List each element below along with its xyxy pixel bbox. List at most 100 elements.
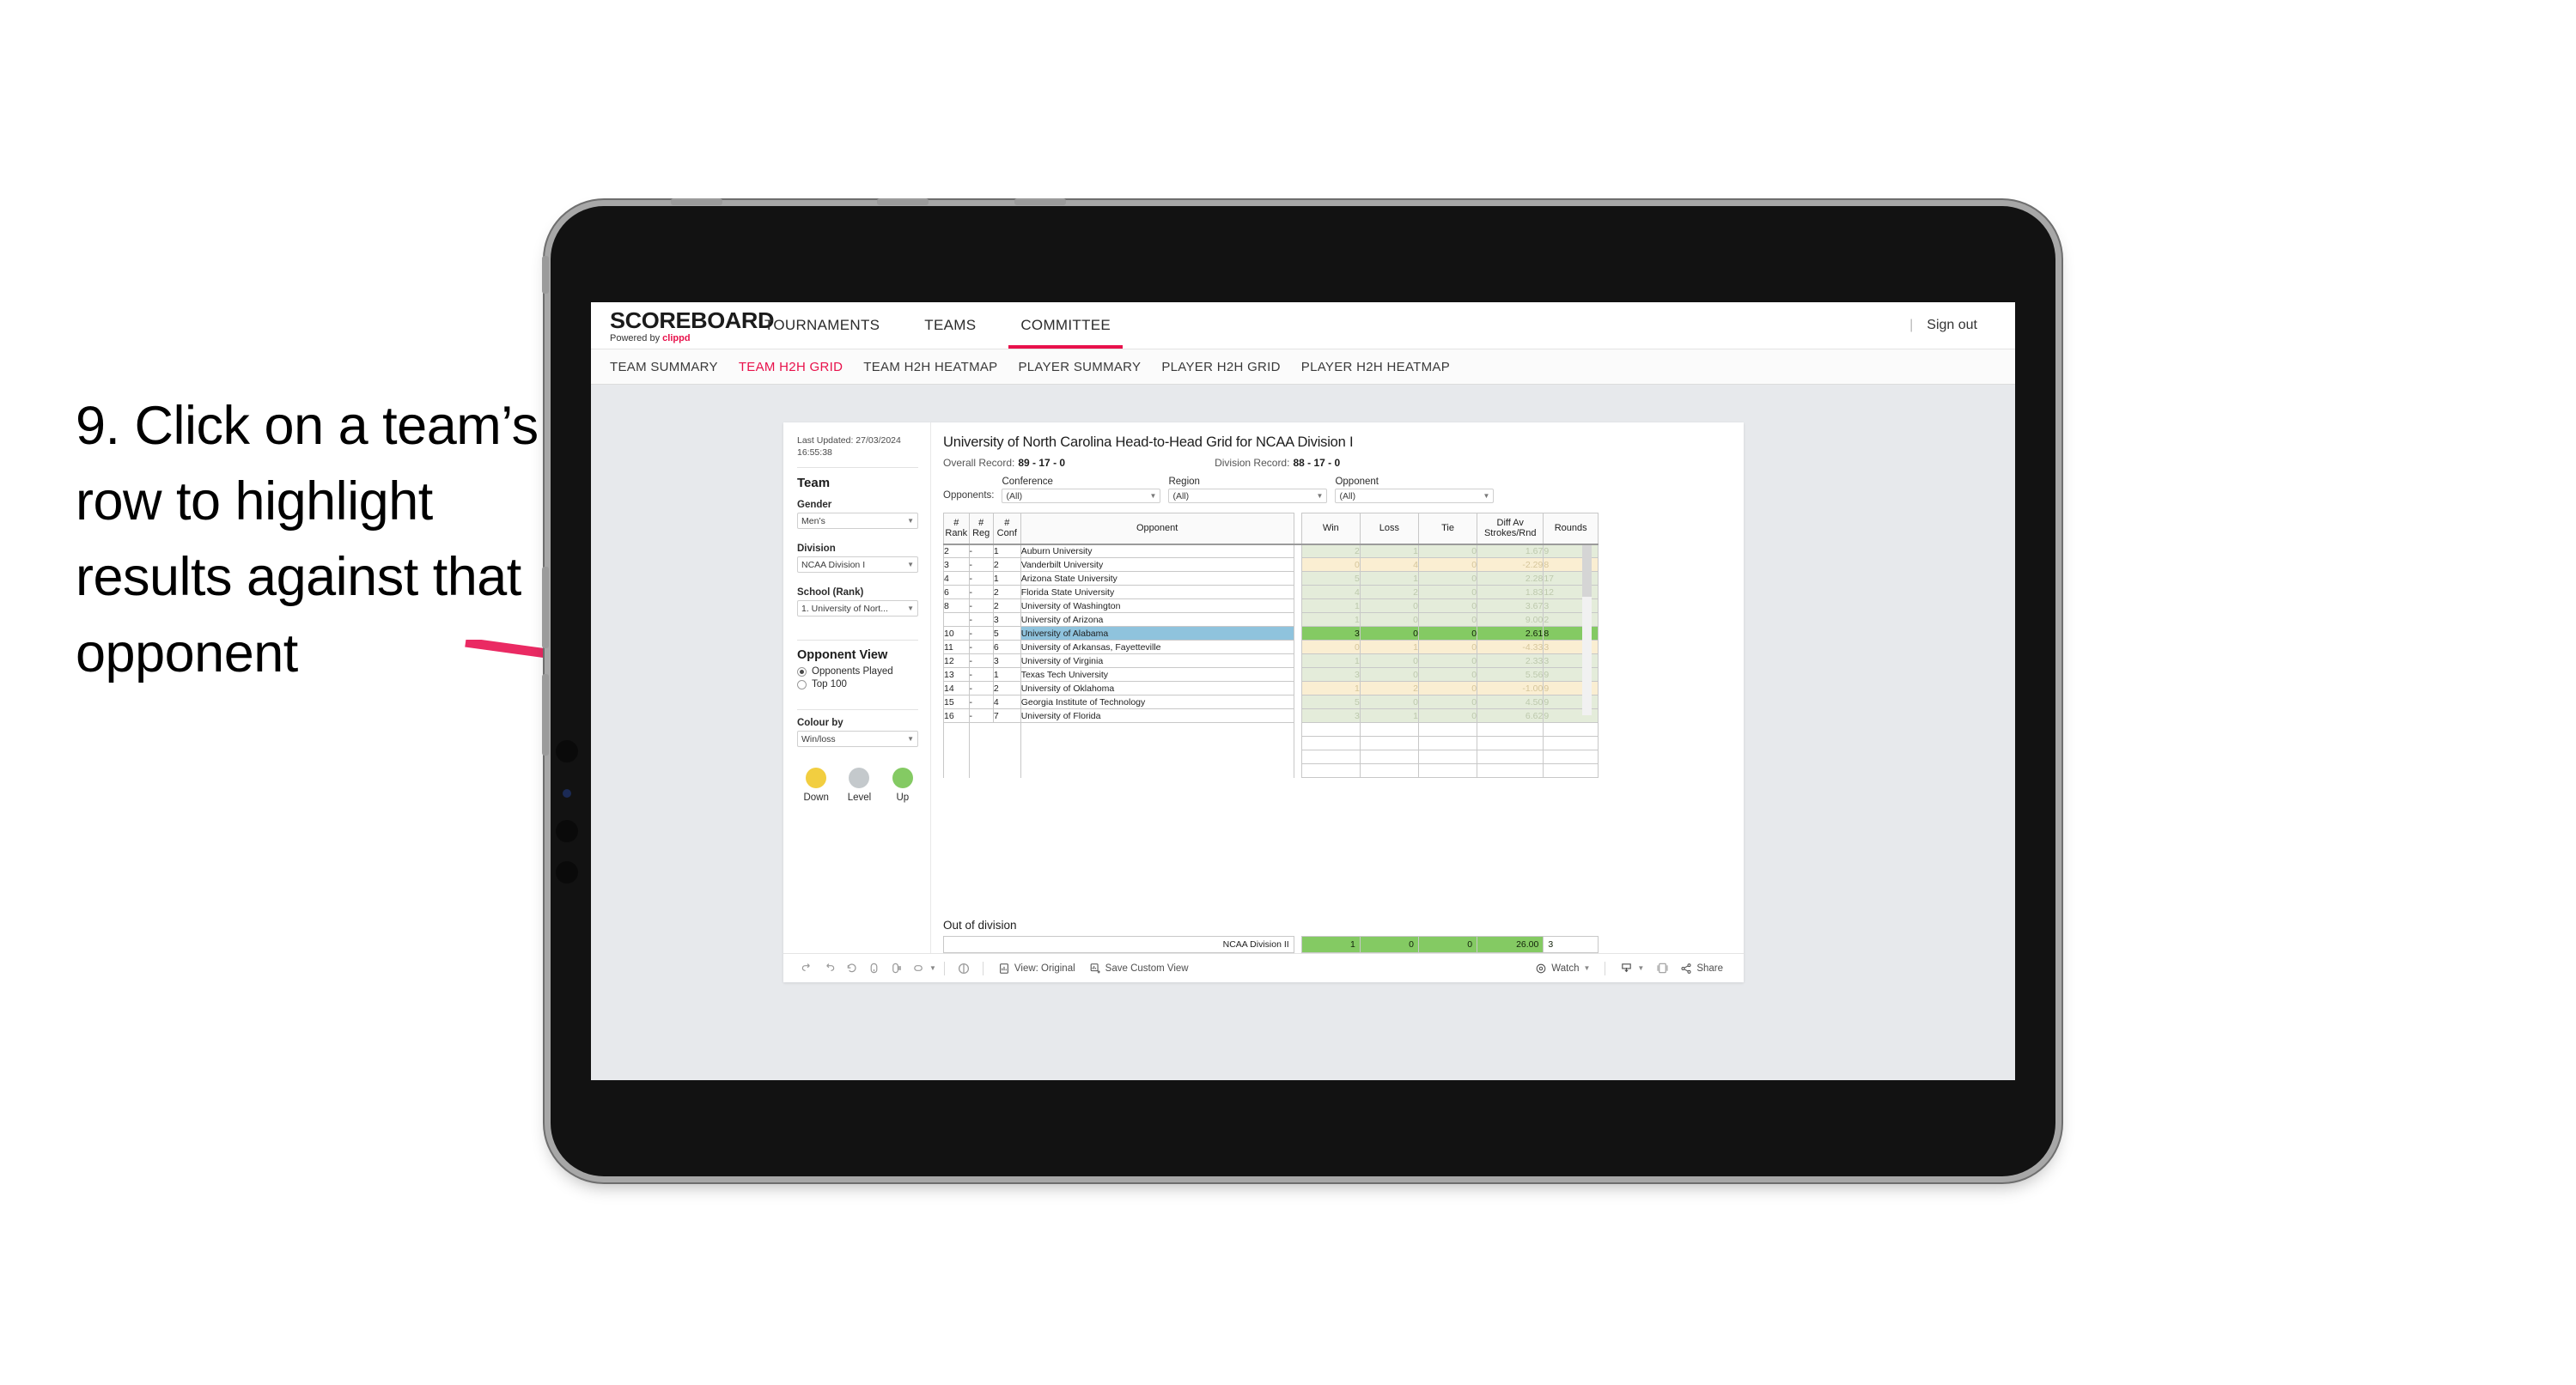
last-updated-time: 16:55:38 (797, 447, 832, 459)
school-select[interactable]: 1. University of Nort... ▼ (797, 600, 918, 617)
redo-icon[interactable] (818, 957, 840, 980)
row-diff: 1.83 (1477, 585, 1544, 599)
region-filter-select[interactable]: (All) ▼ (1168, 489, 1328, 503)
division-select[interactable]: NCAA Division I ▼ (797, 556, 918, 574)
row-conf: 6 (992, 640, 1021, 654)
row-win: 3 (1300, 667, 1361, 682)
row-loss: 0 (1359, 612, 1419, 627)
row-conf: 2 (992, 598, 1021, 613)
fullscreen-icon[interactable] (1651, 957, 1673, 980)
table-row[interactable]: 16-7 University of Florida 3 1 0 6.62 9 (943, 708, 1599, 723)
nav-tab-teams[interactable]: TEAMS (902, 302, 998, 349)
chevron-down-icon: ▼ (907, 561, 914, 569)
col-header-opponent[interactable]: Opponent (1020, 513, 1294, 545)
conference-filter-select[interactable]: (All) ▼ (1002, 489, 1161, 503)
chevron-down-icon[interactable]: ▼ (929, 964, 936, 972)
row-win: 0 (1300, 640, 1361, 654)
radio-opponents-played-label: Opponents Played (812, 666, 893, 677)
share-button[interactable]: Share (1673, 963, 1730, 975)
table-row[interactable]: 15-4 Georgia Institute of Technology 5 0 0 4.… (943, 695, 1599, 709)
division-select-value: NCAA Division I (801, 559, 866, 570)
sign-out-link[interactable]: Sign out (1927, 318, 1977, 333)
viz-toolbar: ▼ View: Original Save Custom View Watch … (783, 953, 1744, 982)
download-button[interactable]: ▼ (1613, 962, 1651, 975)
col-header-rounds[interactable]: Rounds (1543, 513, 1599, 545)
radio-top-100[interactable]: Top 100 (797, 679, 918, 689)
division-record-value: 88 - 17 - 0 (1293, 457, 1341, 469)
row-win: 4 (1300, 585, 1361, 599)
row-rank: 16 (943, 708, 970, 723)
division-record: Division Record: 88 - 17 - 0 (1215, 457, 1340, 469)
col-header-reg[interactable]: # Reg (968, 513, 994, 545)
h2h-grid-table-wrapper: # Rank # Reg # Conf Opponent Win Loss Ti… (943, 513, 1730, 908)
radio-top-100-label: Top 100 (812, 679, 847, 690)
table-row[interactable]: 6-2 Florida State University 4 2 0 1.83 12 (943, 585, 1599, 599)
share-label: Share (1696, 963, 1723, 974)
table-cell-empty (993, 750, 1020, 764)
legend-dot-up-icon (892, 768, 913, 789)
col-header-conf[interactable]: # Conf (992, 513, 1021, 545)
table-row[interactable]: 13-1 Texas Tech University 3 0 0 5.56 9 (943, 667, 1599, 682)
row-spacer (1294, 571, 1302, 586)
row-tie: 0 (1417, 557, 1478, 572)
row-opponent: Arizona State University (1020, 571, 1294, 586)
row-win: 5 (1300, 571, 1361, 586)
camera-lens-icon (556, 820, 578, 842)
watch-button[interactable]: Watch ▼ (1528, 963, 1597, 975)
table-row[interactable]: 11-6 University of Arkansas, Fayetteville… (943, 640, 1599, 654)
subnav-tab-team-h2h-grid[interactable]: TEAM H2H GRID (739, 360, 863, 374)
nav-tab-tournaments[interactable]: TOURNAMENTS (742, 302, 902, 349)
brand-logo[interactable]: SCOREBOARD Powered by clippd (591, 302, 775, 349)
col-header-diff-av-strokes[interactable]: Diff Av Strokes/Rnd (1477, 513, 1544, 545)
table-row[interactable]: 2-1 Auburn University 2 1 0 1.67 9 (943, 544, 1599, 558)
colour-by-select[interactable]: Win/loss ▼ (797, 731, 918, 748)
row-opponent: University of Florida (1020, 708, 1294, 723)
grid-scrollbar-thumb[interactable] (1582, 545, 1592, 597)
grid-vertical-scrollbar[interactable] (1582, 545, 1592, 715)
device-volume-down-button (542, 674, 549, 756)
table-cell-empty (1294, 750, 1302, 764)
subnav-tab-player-h2h-heatmap[interactable]: PLAYER H2H HEATMAP (1301, 360, 1471, 374)
pause-icon[interactable] (885, 957, 907, 980)
pause-auto-update-icon[interactable] (953, 957, 975, 980)
col-header-win[interactable]: Win (1300, 513, 1361, 545)
col-header-loss[interactable]: Loss (1359, 513, 1419, 545)
table-row[interactable]: 4-1 Arizona State University 5 1 0 2.28 17 (943, 571, 1599, 586)
gender-select[interactable]: Men’s ▼ (797, 513, 918, 530)
subnav-tab-player-summary[interactable]: PLAYER SUMMARY (1018, 360, 1161, 374)
col-header-rank[interactable]: # Rank (943, 513, 970, 545)
col-header-spacer (1294, 513, 1302, 545)
division-label: Division (797, 544, 836, 555)
row-conf: 2 (992, 585, 1021, 599)
out-of-division-row[interactable]: NCAA Division II 1 0 0 26.00 3 (943, 936, 1599, 953)
radio-opponents-played[interactable]: Opponents Played (797, 666, 918, 677)
legend-label-down: Down (803, 793, 829, 804)
table-cell-empty (1300, 750, 1361, 764)
subnav-tab-team-summary[interactable]: TEAM SUMMARY (610, 360, 739, 374)
subnav-tab-team-h2h-heatmap[interactable]: TEAM H2H HEATMAP (863, 360, 1018, 374)
table-row[interactable]: 10-5 University of Alabama 3 0 0 2.61 8 (943, 626, 1599, 641)
row-win: 1 (1300, 612, 1361, 627)
opponent-filter-select[interactable]: (All) ▼ (1335, 489, 1495, 503)
save-custom-view-button[interactable]: Save Custom View (1082, 963, 1196, 975)
revert-icon[interactable] (840, 957, 862, 980)
table-row[interactable]: 12-3 University of Virginia 1 0 0 2.33 3 (943, 653, 1599, 668)
table-row[interactable]: -3 University of Arizona 1 0 0 9.00 2 (943, 612, 1599, 627)
row-spacer (1294, 544, 1302, 558)
loop-icon[interactable] (907, 957, 929, 980)
table-cell-empty (1294, 722, 1302, 737)
row-spacer (1294, 708, 1302, 723)
table-row[interactable]: 8-2 University of Washington 1 0 0 3.67 3 (943, 598, 1599, 613)
table-row[interactable]: 14-2 University of Oklahoma 1 2 0 -1.00 9 (943, 681, 1599, 696)
subnav-tab-player-h2h-grid[interactable]: PLAYER H2H GRID (1161, 360, 1300, 374)
table-cell-empty (1477, 763, 1544, 778)
undo-icon[interactable] (795, 957, 818, 980)
table-row[interactable]: 3-2 Vanderbilt University 0 4 0 -2.29 8 (943, 557, 1599, 572)
refresh-icon[interactable] (862, 957, 885, 980)
view-original-button[interactable]: View: Original (991, 963, 1082, 975)
nav-tab-committee[interactable]: COMMITTEE (998, 302, 1133, 349)
chevron-down-icon: ▼ (907, 517, 914, 525)
ood-rounds: 3 (1543, 936, 1599, 953)
col-header-tie[interactable]: Tie (1417, 513, 1478, 545)
